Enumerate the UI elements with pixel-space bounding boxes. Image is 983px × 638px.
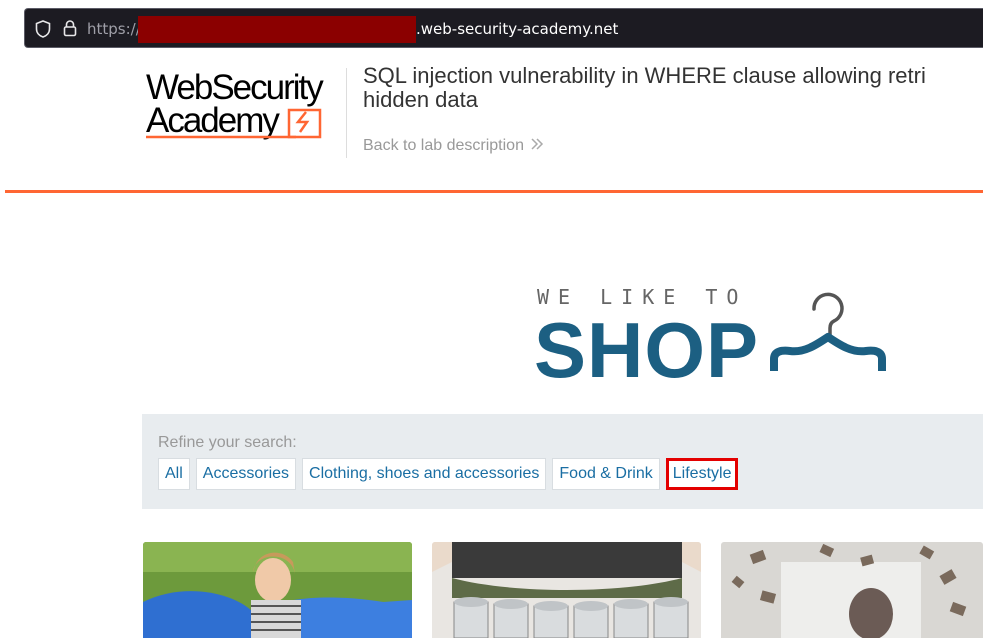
url-domain: .web-security-academy.net bbox=[416, 20, 619, 38]
header-divider bbox=[346, 68, 347, 158]
logo-mark-icon bbox=[146, 108, 322, 139]
address-bar[interactable]: https:// .web-security-academy.net bbox=[24, 8, 983, 48]
product-card[interactable] bbox=[143, 542, 412, 638]
shop-wordmark: SHOP bbox=[534, 306, 760, 394]
product-image bbox=[143, 542, 412, 638]
lock-icon[interactable] bbox=[63, 19, 77, 42]
refine-search-label: Refine your search: bbox=[158, 434, 297, 451]
shield-icon[interactable] bbox=[35, 20, 51, 43]
product-card[interactable] bbox=[432, 542, 701, 638]
double-chevron-right-icon bbox=[530, 137, 544, 156]
filter-accessories[interactable]: Accessories bbox=[195, 458, 297, 490]
product-card[interactable] bbox=[721, 542, 983, 638]
url-scheme: https:// bbox=[87, 20, 141, 38]
category-filters: All Accessories Clothing, shoes and acce… bbox=[158, 458, 739, 490]
refine-search-panel: Refine your search: All Accessories Clot… bbox=[142, 414, 983, 509]
filter-clothing-shoes-accessories[interactable]: Clothing, shoes and accessories bbox=[302, 458, 547, 490]
hanger-icon bbox=[770, 292, 886, 371]
browser-toolbar: https:// .web-security-academy.net bbox=[0, 0, 983, 52]
logo-line1: WebSecurity bbox=[146, 68, 324, 107]
filter-all[interactable]: All bbox=[158, 458, 190, 490]
product-image bbox=[721, 542, 983, 638]
filter-lifestyle[interactable]: Lifestyle bbox=[665, 458, 739, 490]
back-to-lab-description-link[interactable]: Back to lab description bbox=[363, 137, 544, 156]
header-rule bbox=[5, 190, 983, 193]
lab-title: SQL injection vulnerability in WHERE cla… bbox=[363, 64, 926, 112]
redacted-subdomain bbox=[138, 16, 416, 43]
filter-food-drink[interactable]: Food & Drink bbox=[552, 458, 660, 490]
product-image bbox=[432, 542, 701, 638]
